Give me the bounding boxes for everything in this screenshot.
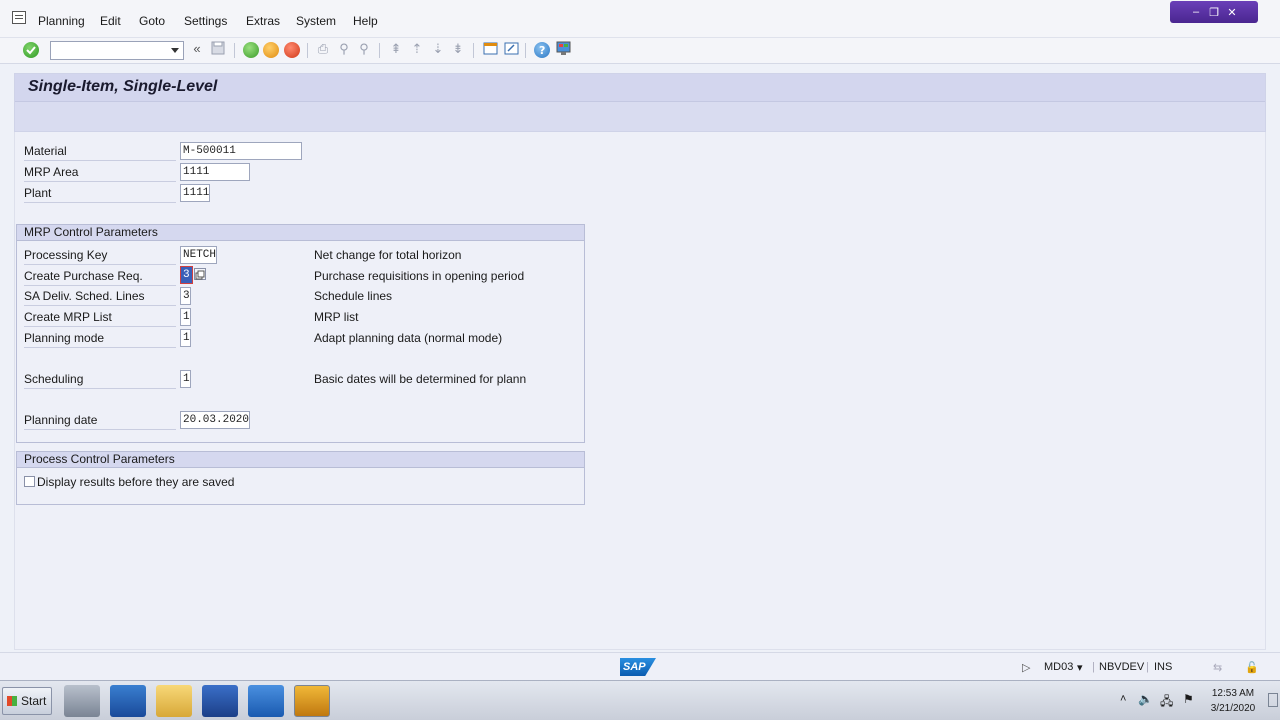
back-icon[interactable] [243,42,259,58]
menu-edit[interactable]: Edit [100,14,121,28]
menu-settings[interactable]: Settings [184,14,227,28]
toolbar-separator [234,43,235,58]
file-explorer-icon[interactable] [156,685,192,717]
processing-key-label: Processing Key [24,248,176,265]
planning-date-field[interactable]: 20.03.2020 [180,411,250,429]
cancel-icon[interactable] [284,42,300,58]
planning-date-label: Planning date [24,413,176,430]
display-results-label: Display results before they are saved [37,475,235,489]
system-name: NBVDEV [1099,661,1145,673]
statusbar-separator: | [1092,661,1095,673]
print-icon[interactable]: ⎙ [315,41,331,57]
sap-logon-icon[interactable] [248,685,284,717]
shortcut-icon[interactable] [503,41,519,59]
taskbar: Start ˄ 🔈 🖧 ⚑ 12:53 AM 3/21/2020 [0,680,1280,720]
sa-deliv-sched-lines-label: SA Deliv. Sched. Lines [24,289,176,306]
clock-date[interactable]: 3/21/2020 [1205,703,1261,714]
flag-icon[interactable]: ⚑ [1183,692,1194,706]
restore-icon[interactable]: ❐ [1208,6,1220,19]
plant-field[interactable]: 1111 [180,184,210,202]
first-page-icon[interactable]: ⇞ [388,41,404,57]
value-help-icon[interactable] [194,268,206,280]
chevron-down-icon[interactable] [171,48,179,53]
transaction-code: MD03 [1044,661,1074,673]
process-control-group-title: Process Control Parameters [17,452,584,468]
status-bar: SAP ▷ MD03 ▾ | NBVDEV | INS ⇆ 🔓 [0,652,1280,680]
double-left-icon[interactable]: « [189,41,205,56]
processing-key-description: Net change for total horizon [314,248,462,262]
customize-layout-icon[interactable] [555,41,571,59]
app-menu-icon[interactable] [12,11,26,24]
command-field[interactable] [50,41,184,60]
last-page-icon[interactable]: ⇟ [450,41,466,57]
create-mrp-list-field[interactable]: 1 [180,308,191,326]
toolbar: « ⎙ ⚲ ⚲ ⇞ ⇡ ⇣ ⇟ ? [0,38,1280,64]
planning-mode-label: Planning mode [24,331,176,348]
mrp-area-label: MRP Area [24,165,176,182]
statusbar-separator: | [1146,661,1149,673]
previous-page-icon[interactable]: ⇡ [409,41,425,57]
start-button[interactable]: Start [2,687,52,715]
planning-mode-description: Adapt planning data (normal mode) [314,331,503,345]
toolbar-separator [307,43,308,58]
processing-key-field[interactable]: NETCH [180,246,217,264]
toolbar-separator [379,43,380,58]
create-mrp-list-description: MRP list [314,310,359,324]
plant-label: Plant [24,186,176,203]
show-desktop-button[interactable] [1268,693,1278,707]
menu-help[interactable]: Help [353,14,378,28]
scheduling-field[interactable]: 1 [180,370,191,388]
menu-system[interactable]: System [296,14,336,28]
network-icon[interactable]: 🖧 [1160,692,1173,713]
lock-icon[interactable]: 🔓 [1245,661,1259,674]
menu-planning[interactable]: Planning [38,14,85,28]
sa-deliv-sched-lines-field[interactable]: 3 [180,287,191,305]
tray-expand-icon[interactable]: ˄ [1120,693,1126,705]
enter-icon[interactable] [23,42,39,58]
scheduling-description: Basic dates will be determined for plann [314,372,527,386]
clock-time[interactable]: 12:53 AM [1205,688,1261,699]
layout-icon[interactable]: ⇆ [1213,661,1222,674]
mrp-control-group-title: MRP Control Parameters [17,225,584,241]
create-purchase-req-label: Create Purchase Req. [24,269,176,286]
play-icon[interactable]: ▷ [1022,661,1030,674]
toolbar-separator [473,43,474,58]
find-icon[interactable]: ⚲ [336,41,352,57]
create-purchase-req-field[interactable]: 3 [180,266,193,284]
display-results-checkbox[interactable] [24,476,35,487]
help-icon[interactable]: ? [534,42,550,58]
create-purchase-req-description: Purchase requisitions in opening period [314,269,525,283]
window-controls: – ❐ ✕ [1170,1,1258,23]
chevron-down-icon[interactable]: ▾ [1077,661,1083,674]
speaker-icon[interactable]: 🔈 [1138,692,1153,706]
sap-logo: SAP [620,658,656,676]
material-label: Material [24,144,176,161]
title-bar: Single-Item, Single-Level [15,74,1265,102]
next-page-icon[interactable]: ⇣ [430,41,446,57]
insert-mode[interactable]: INS [1154,661,1172,673]
word-icon[interactable] [202,685,238,717]
server-manager-icon[interactable] [64,685,100,717]
minimize-icon[interactable]: – [1190,6,1202,18]
page-title: Single-Item, Single-Level [28,78,218,95]
mrp-area-field[interactable]: 1111 [180,163,250,181]
create-mrp-list-label: Create MRP List [24,310,176,327]
toolbar-separator [525,43,526,58]
menu-goto[interactable]: Goto [139,14,165,28]
powershell-icon[interactable] [110,685,146,717]
menu-bar: Planning Edit Goto Settings Extras Syste… [0,0,1280,38]
create-session-icon[interactable] [482,41,498,59]
sa-deliv-sched-lines-description: Schedule lines [314,289,393,303]
find-next-icon[interactable]: ⚲ [356,41,372,57]
material-field[interactable]: M-500011 [180,142,302,160]
planning-mode-field[interactable]: 1 [180,329,191,347]
save-icon[interactable] [210,41,226,58]
scheduling-label: Scheduling [24,372,176,389]
close-icon[interactable]: ✕ [1226,6,1238,19]
exit-icon[interactable] [263,42,279,58]
svg-text:?: ? [539,44,545,57]
sap-gui-icon[interactable] [294,685,330,717]
menu-extras[interactable]: Extras [246,14,280,28]
title-area: Single-Item, Single-Level [14,73,1266,132]
